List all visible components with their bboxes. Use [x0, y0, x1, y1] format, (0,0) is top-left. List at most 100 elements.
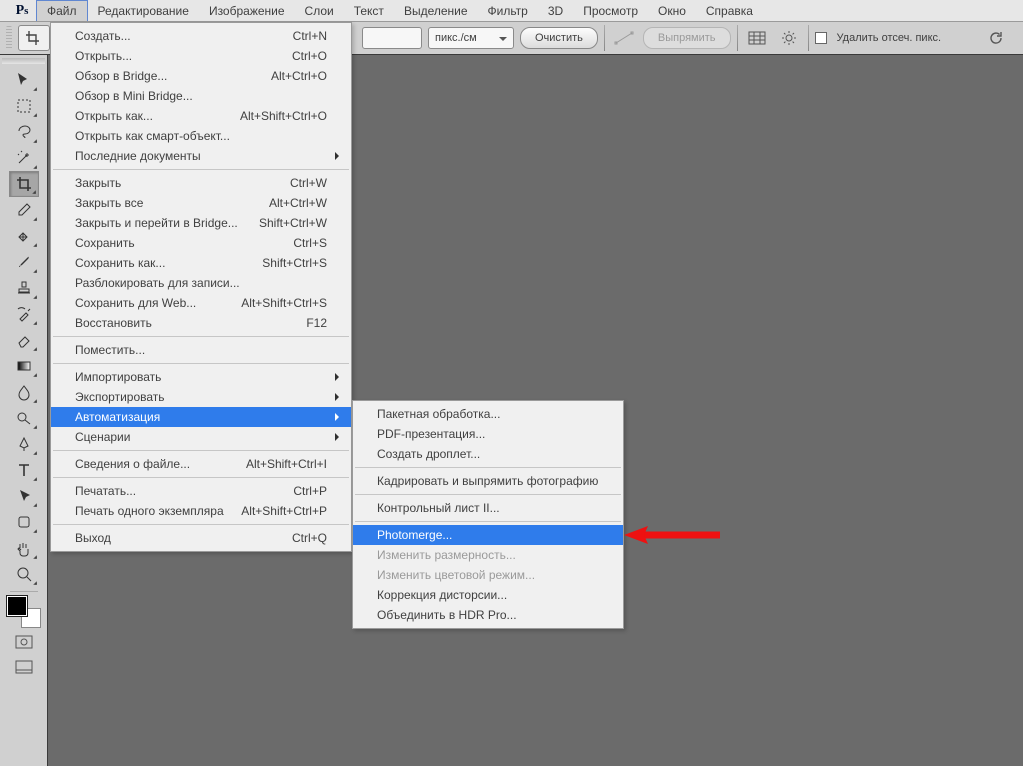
menu-view[interactable]: Просмотр	[573, 0, 648, 21]
menu-item[interactable]: Открыть как...Alt+Shift+Ctrl+O	[51, 106, 351, 126]
menu-item[interactable]: Экспортировать	[51, 387, 351, 407]
menu-item-label: Сведения о файле...	[75, 457, 190, 471]
tool-history-brush[interactable]	[9, 301, 39, 327]
menu-item[interactable]: ЗакрытьCtrl+W	[51, 173, 351, 193]
menu-layers[interactable]: Слои	[295, 0, 344, 21]
menu-item-shortcut: Ctrl+P	[293, 484, 327, 498]
grid-overlay-icon[interactable]	[744, 27, 770, 49]
menu-item[interactable]: Печатать...Ctrl+P	[51, 481, 351, 501]
menu-item[interactable]: Сохранить для Web...Alt+Shift+Ctrl+S	[51, 293, 351, 313]
menu-item-label: Обзор в Mini Bridge...	[75, 89, 193, 103]
tool-shape[interactable]	[9, 509, 39, 535]
screenmode-toggle[interactable]	[10, 656, 38, 678]
menu-item-label: Сохранить	[75, 236, 135, 250]
menu-item[interactable]: Открыть как смарт-объект...	[51, 126, 351, 146]
tool-eraser[interactable]	[9, 327, 39, 353]
clear-button[interactable]: Очистить	[520, 27, 598, 49]
menu-item-shortcut: Ctrl+S	[293, 236, 327, 250]
color-swatches[interactable]	[7, 596, 41, 628]
menu-select[interactable]: Выделение	[394, 0, 478, 21]
tool-type[interactable]	[9, 457, 39, 483]
menu-item-label: Закрыть	[75, 176, 121, 190]
menu-item-label: Создать...	[75, 29, 131, 43]
menu-item[interactable]: Открыть...Ctrl+O	[51, 46, 351, 66]
tool-eyedropper[interactable]	[9, 197, 39, 223]
menu-help[interactable]: Справка	[696, 0, 763, 21]
menu-text[interactable]: Текст	[344, 0, 394, 21]
menu-item-label: Автоматизация	[75, 410, 160, 424]
tool-preset-button[interactable]	[18, 25, 50, 51]
gear-icon[interactable]	[776, 27, 802, 49]
crop-icon	[25, 31, 43, 45]
menu-item[interactable]: Сохранить Ctrl+S	[51, 233, 351, 253]
menu-item[interactable]: ВосстановитьF12	[51, 313, 351, 333]
menu-item[interactable]: Объединить в HDR Pro...	[353, 605, 623, 625]
menu-item[interactable]: Сохранить как...Shift+Ctrl+S	[51, 253, 351, 273]
delete-crop-label: Удалить отсеч. пикс.	[837, 32, 942, 44]
tool-pen[interactable]	[9, 431, 39, 457]
tool-wand[interactable]	[9, 145, 39, 171]
tool-zoom[interactable]	[9, 561, 39, 587]
straighten-icon	[611, 27, 637, 49]
menu-item[interactable]: Коррекция дисторсии...	[353, 585, 623, 605]
menu-item-label: Контрольный лист II...	[377, 501, 500, 515]
menu-item[interactable]: PDF-презентация...	[353, 424, 623, 444]
menu-item[interactable]: Импортировать	[51, 367, 351, 387]
menu-item-shortcut: F12	[306, 316, 327, 330]
tool-marquee[interactable]	[9, 93, 39, 119]
menu-item[interactable]: Создать дроплет...	[353, 444, 623, 464]
height-input[interactable]	[362, 27, 422, 49]
menu-item: Изменить размерность...	[353, 545, 623, 565]
tool-heal[interactable]	[9, 223, 39, 249]
menu-item[interactable]: Поместить...	[51, 340, 351, 360]
submenu-arrow-icon	[335, 152, 343, 160]
menu-filter[interactable]: Фильтр	[478, 0, 538, 21]
tool-gradient[interactable]	[9, 353, 39, 379]
menu-item[interactable]: Контрольный лист II...	[353, 498, 623, 518]
menu-item[interactable]: Печать одного экземпляраAlt+Shift+Ctrl+P	[51, 501, 351, 521]
tool-lasso[interactable]	[9, 119, 39, 145]
reset-icon[interactable]	[983, 27, 1009, 49]
tool-path-select[interactable]	[9, 483, 39, 509]
grip-icon	[2, 58, 44, 64]
menu-3d[interactable]: 3D	[538, 0, 573, 21]
menu-item[interactable]: Последние документы	[51, 146, 351, 166]
menu-item[interactable]: Разблокировать для записи...	[51, 273, 351, 293]
menubar: Ps Файл Редактирование Изображение Слои …	[0, 0, 1023, 22]
menu-item[interactable]: ВыходCtrl+Q	[51, 528, 351, 548]
menu-item[interactable]: Photomerge...	[353, 525, 623, 545]
menu-item-label: Разблокировать для записи...	[75, 276, 240, 290]
menu-file[interactable]: Файл	[36, 0, 88, 21]
tool-crop[interactable]	[9, 171, 39, 197]
menu-item[interactable]: Пакетная обработка...	[353, 404, 623, 424]
delete-crop-checkbox[interactable]	[815, 32, 827, 44]
menu-item[interactable]: Сведения о файле...Alt+Shift+Ctrl+I	[51, 454, 351, 474]
menu-item-label: PDF-презентация...	[377, 427, 485, 441]
tool-dodge[interactable]	[9, 405, 39, 431]
menu-item-label: Коррекция дисторсии...	[377, 588, 507, 602]
tool-move[interactable]	[9, 67, 39, 93]
tool-stamp[interactable]	[9, 275, 39, 301]
tool-hand[interactable]	[9, 535, 39, 561]
quickmask-toggle[interactable]	[10, 631, 38, 653]
menu-item[interactable]: Обзор в Mini Bridge...	[51, 86, 351, 106]
foreground-swatch[interactable]	[7, 596, 27, 616]
tool-brush[interactable]	[9, 249, 39, 275]
menu-item[interactable]: Закрыть всеAlt+Ctrl+W	[51, 193, 351, 213]
menu-item[interactable]: Обзор в Bridge...Alt+Ctrl+O	[51, 66, 351, 86]
menu-item-label: Обзор в Bridge...	[75, 69, 167, 83]
file-dropdown-menu: Создать...Ctrl+NОткрыть...Ctrl+OОбзор в …	[50, 22, 352, 552]
menu-window[interactable]: Окно	[648, 0, 696, 21]
menu-item-label: Печать одного экземпляра	[75, 504, 224, 518]
menu-item[interactable]: Сценарии	[51, 427, 351, 447]
menu-item[interactable]: Автоматизация	[51, 407, 351, 427]
menu-item[interactable]: Кадрировать и выпрямить фотографию	[353, 471, 623, 491]
menu-edit[interactable]: Редактирование	[88, 0, 199, 21]
menu-item[interactable]: Закрыть и перейти в Bridge...Shift+Ctrl+…	[51, 213, 351, 233]
menu-item[interactable]: Создать...Ctrl+N	[51, 26, 351, 46]
menu-item-label: Объединить в HDR Pro...	[377, 608, 517, 622]
straighten-button[interactable]: Выпрямить	[643, 27, 731, 49]
tool-blur[interactable]	[9, 379, 39, 405]
unit-select[interactable]: пикс./см	[428, 27, 514, 49]
menu-image[interactable]: Изображение	[199, 0, 295, 21]
